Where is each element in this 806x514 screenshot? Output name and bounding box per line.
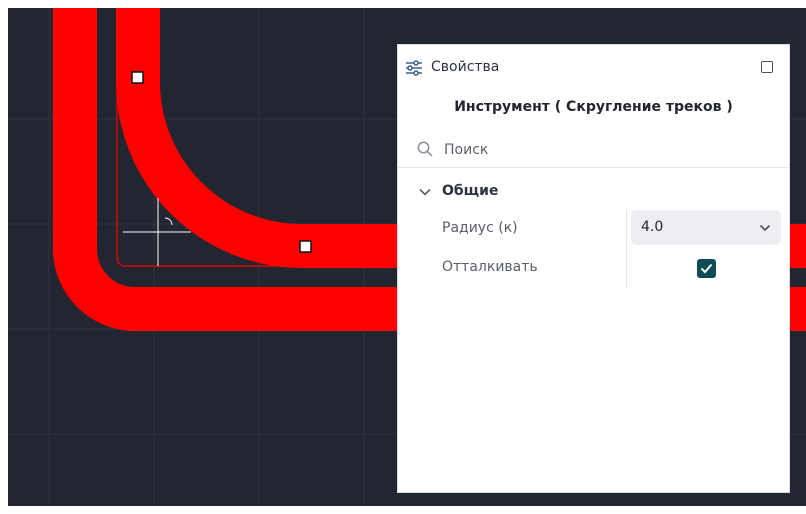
panel-title: Свойства — [431, 59, 500, 75]
checkmark-icon — [700, 263, 713, 274]
sliders-icon — [406, 60, 422, 76]
panel-header: Свойства — [398, 45, 789, 91]
radius-value: 4.0 — [641, 219, 664, 235]
repel-checkbox[interactable] — [697, 259, 716, 278]
radius-select[interactable]: 4.0 — [631, 210, 781, 245]
properties-panel: Свойства Инструмент ( Скругление треков … — [397, 44, 790, 493]
track-handle-end[interactable] — [299, 240, 312, 253]
group-label: Общие — [442, 183, 499, 199]
track-handle-start[interactable] — [131, 71, 144, 84]
tool-title: Инструмент ( Скругление треков ) — [454, 99, 733, 115]
search-input[interactable] — [442, 137, 766, 163]
maximize-icon[interactable] — [761, 61, 773, 73]
radius-label: Радиус (к) — [442, 220, 518, 236]
property-column-divider — [626, 209, 627, 287]
group-general-header[interactable]: Общие — [398, 179, 789, 203]
chevron-down-icon — [419, 188, 431, 196]
search-icon — [417, 141, 433, 157]
repel-label: Отталкивать — [442, 259, 538, 275]
search-bar — [398, 131, 789, 168]
chevron-down-icon — [759, 224, 771, 232]
